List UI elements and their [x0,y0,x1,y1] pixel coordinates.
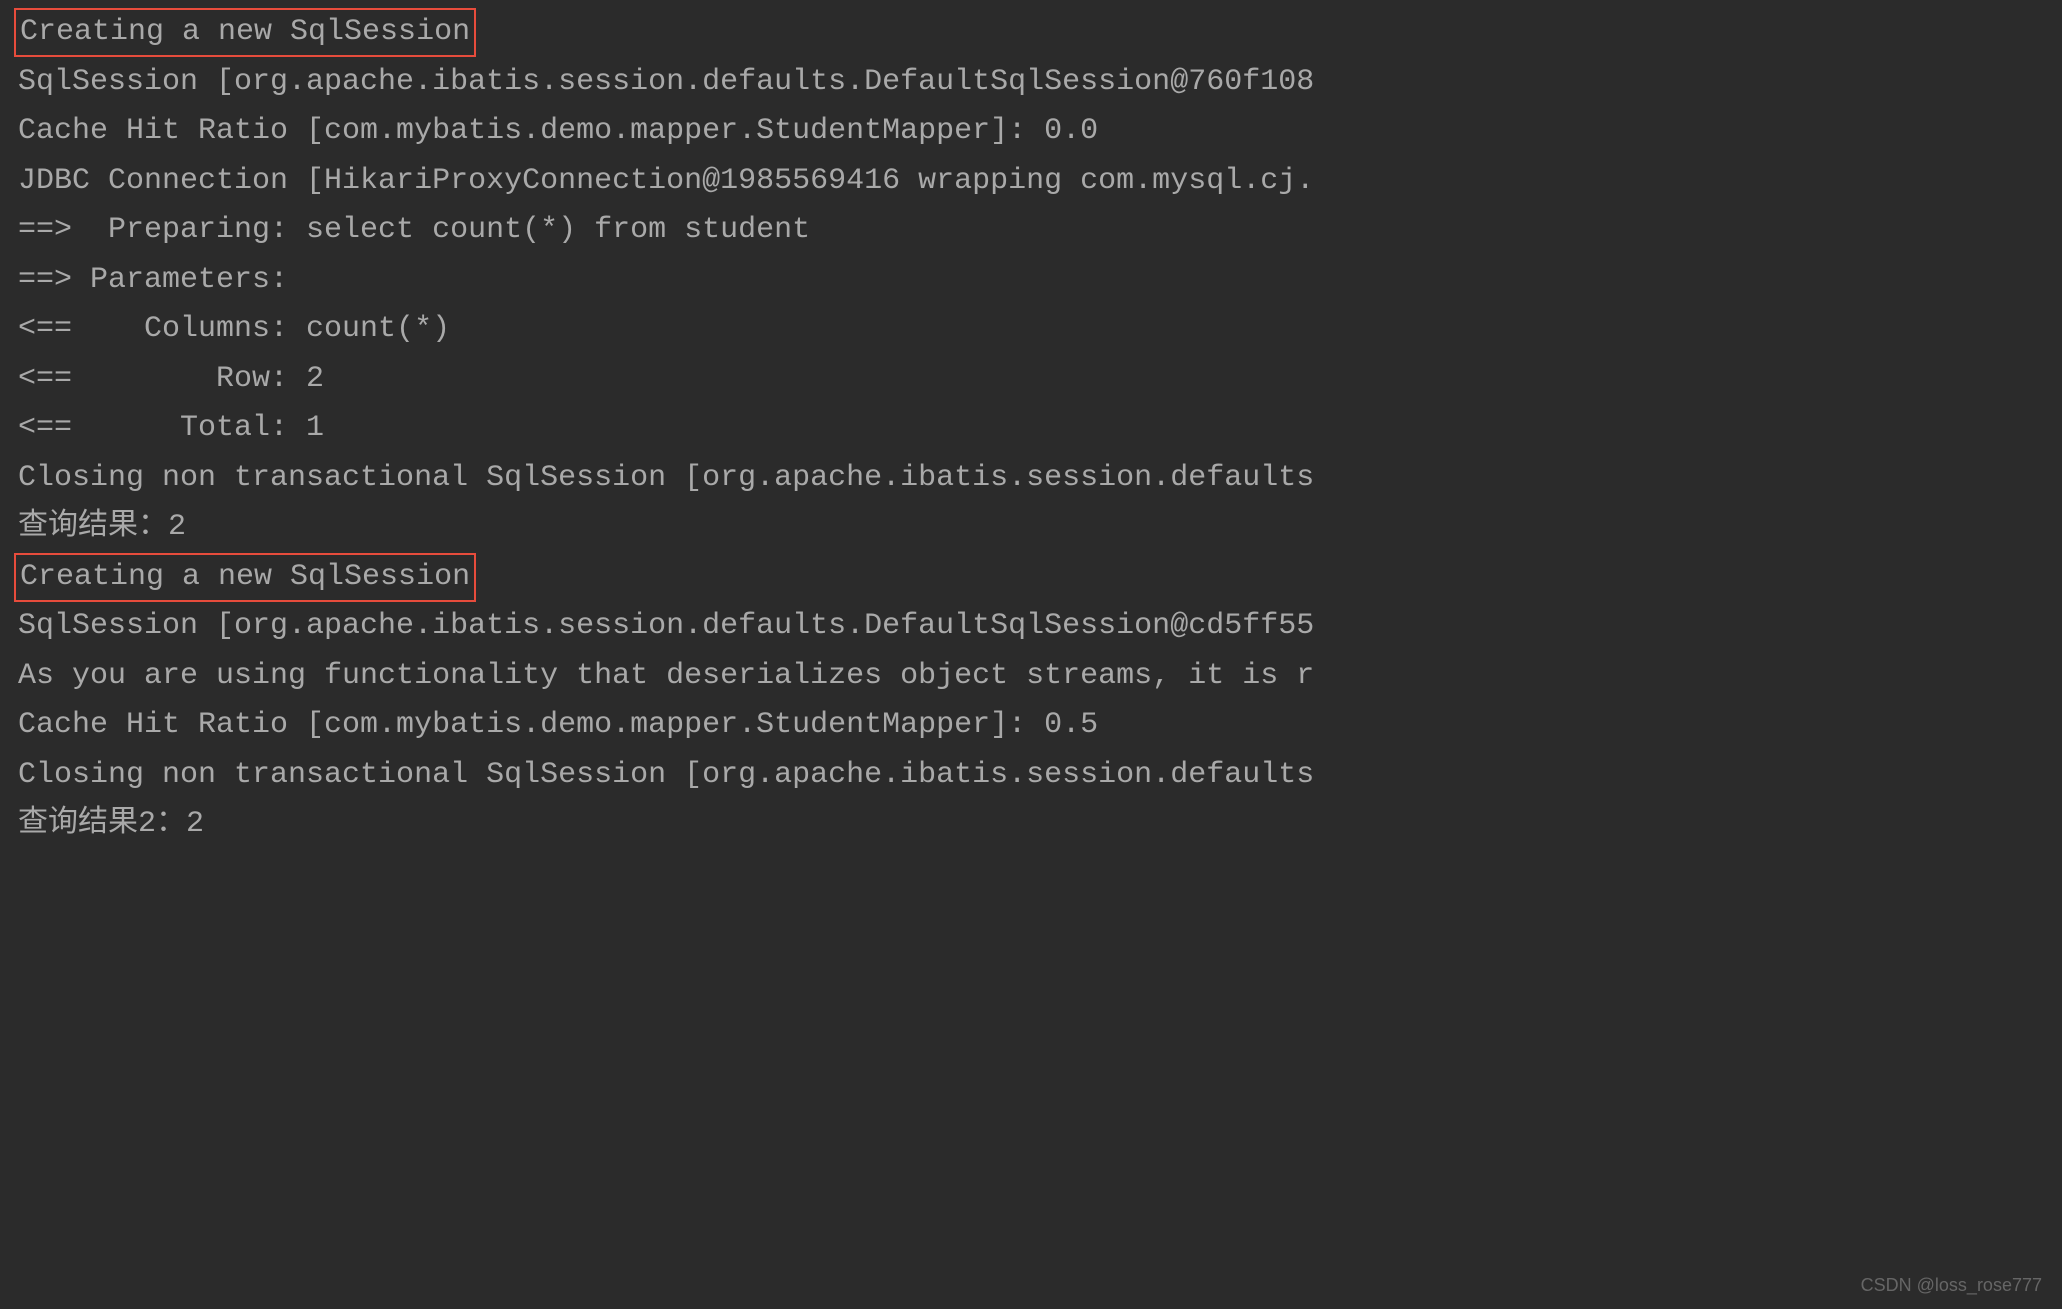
log-line: Cache Hit Ratio [com.mybatis.demo.mapper… [18,701,2044,751]
log-line: <== Row: 2 [18,355,2044,405]
log-line: Cache Hit Ratio [com.mybatis.demo.mapper… [18,107,2044,157]
log-line: SqlSession [org.apache.ibatis.session.de… [18,58,2044,108]
log-line: <== Total: 1 [18,404,2044,454]
log-line-highlighted: Creating a new SqlSession [18,553,2044,603]
log-line: Closing non transactional SqlSession [or… [18,751,2044,801]
log-line: JDBC Connection [HikariProxyConnection@1… [18,157,2044,207]
log-line: ==> Preparing: select count(*) from stud… [18,206,2044,256]
log-line: 查询结果2：2 [18,800,2044,850]
log-line: SqlSession [org.apache.ibatis.session.de… [18,602,2044,652]
log-line: 查询结果：2 [18,503,2044,553]
log-line: <== Columns: count(*) [18,305,2044,355]
log-line: ==> Parameters: [18,256,2044,306]
console-output: Creating a new SqlSession SqlSession [or… [18,8,2044,850]
highlight-box: Creating a new SqlSession [14,553,476,602]
watermark: CSDN @loss_rose777 [1861,1271,2042,1301]
log-line: Closing non transactional SqlSession [or… [18,454,2044,504]
log-line-highlighted: Creating a new SqlSession [18,8,2044,58]
highlight-box: Creating a new SqlSession [14,8,476,57]
log-line: As you are using functionality that dese… [18,652,2044,702]
